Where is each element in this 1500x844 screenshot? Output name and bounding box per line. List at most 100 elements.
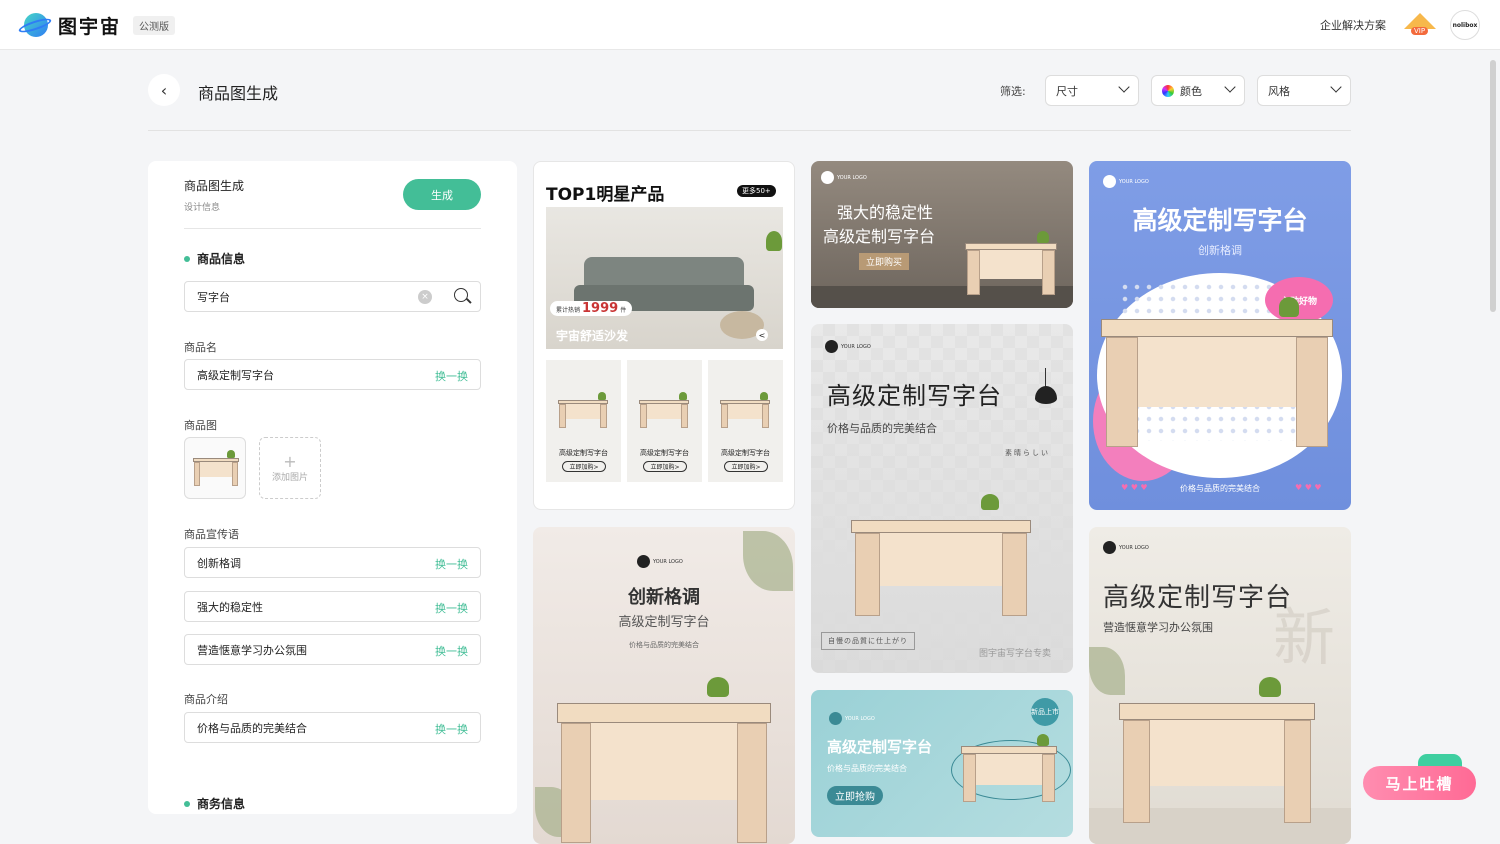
clear-icon[interactable]: × [418,290,432,304]
product-name-label: 商品名 [184,341,217,354]
card-subtitle: 价格与品质的完美结合 [827,764,907,773]
add-image-button[interactable]: + 添加图片 [259,437,321,499]
new-arrival-badge: 新品上市 [1031,698,1059,726]
product-name-value: 高级定制写字台 [197,368,274,382]
add-image-label: 添加图片 [271,472,308,483]
template-card-beige[interactable]: 新 YOUR LOGO 高级定制写字台 营造惬意学习办公氛围 [1089,527,1351,844]
chevron-left-icon: ‹ [160,80,168,100]
enterprise-solutions-link[interactable]: 企业解决方案 [1320,17,1386,33]
chevron-down-icon [1118,81,1130,93]
item-name: 高级定制写字台 [559,449,608,457]
filter-color-label: 颜色 [1180,84,1202,98]
page-scrollbar[interactable] [1490,60,1496,312]
your-logo: YOUR LOGO [821,171,867,184]
card-footer: 图宇宙写字台专卖 [979,649,1052,659]
card-subtitle: 高级定制写字台 [618,615,710,630]
product-item: 高级定制写字台 立即加购> [627,360,702,482]
beta-badge: 公测版 [133,15,176,35]
slogan-value: 营造惬意学习办公氛围 [197,643,307,657]
your-logo: YOUR LOGO [825,340,871,353]
your-logo: YOUR LOGO [637,555,683,568]
card-headline: 强大的稳定性 [837,203,934,222]
back-button[interactable]: ‹ [148,74,180,106]
design-info-panel: 商品图生成 设计信息 生成 商品信息 写字台 × 商品名 高级定制写字台 换一换… [148,161,517,814]
card-headline: 创新格调 [628,587,700,608]
pendant-lamp-icon [1035,368,1057,404]
template-card-blue[interactable]: YOUR LOGO 高级定制写字台 创新格调 心动好物 ♥ ♥ ♥ 价格与品质的… [1089,161,1351,510]
plus-icon: + [283,451,297,471]
intro-value: 价格与品质的完美结合 [197,721,307,735]
filter-size-label: 尺寸 [1056,84,1078,98]
card-jp-caption: 自慢の品質に仕上がり [821,632,915,650]
slogan-field-1[interactable]: 创新格调 换一换 [184,547,481,578]
template-card-teal[interactable]: YOUR LOGO 新品上市 高级定制写字台 价格与品质的完美结合 立即抢购 [811,690,1073,837]
filter-size-select[interactable]: 尺寸 [1045,75,1139,106]
feedback-button[interactable]: 马上吐槽 [1363,766,1476,800]
header-divider [148,130,1351,131]
planet-logo-icon [17,10,53,40]
card-subtitle: 宇宙舒适沙发 [556,329,629,343]
panel-subtitle: 设计信息 [184,203,221,213]
card-tagline: 价格与品质的完美结合 [629,641,699,649]
panel-divider [184,228,481,229]
slogan-field-2[interactable]: 强大的稳定性 换一换 [184,591,481,622]
product-item: 高级定制写字台 立即加购> [708,360,783,482]
bullet-dot-icon [184,800,190,807]
slogan-field-3[interactable]: 营造惬意学习办公氛围 换一换 [184,634,481,665]
search-input[interactable]: 写字台 × [184,281,481,312]
sales-badge: 累计热销 1999 件 [550,301,633,316]
card-subtitle: 创新格调 [1198,244,1242,257]
slogan-value: 创新格调 [197,556,241,570]
filter-color-select[interactable]: 颜色 [1151,75,1245,106]
section-product-info: 商品信息 [184,250,245,267]
card-subtitle: 高级定制写字台 [823,227,936,246]
filter-style-label: 风格 [1268,84,1290,98]
item-name: 高级定制写字台 [640,449,689,457]
page-title: 商品图生成 [198,84,279,103]
panel-title: 商品图生成 [184,179,245,193]
generate-button[interactable]: 生成 [403,179,481,210]
card-headline: 高级定制写字台 [827,738,933,756]
color-wheel-icon [1162,84,1174,97]
your-logo: YOUR LOGO [829,712,875,725]
slogan-label: 商品宣传语 [184,528,239,541]
card-headline: 高级定制写字台 [1132,206,1308,235]
avatar[interactable]: nolibox [1450,10,1480,40]
section-product-label: 商品信息 [197,252,246,266]
sofa-hero-image: 累计热销 1999 件 宇宙舒适沙发 < [546,207,783,349]
search-icon[interactable] [454,288,468,302]
swap-intro-button[interactable]: 换一换 [435,721,468,737]
card-subtitle: 营造惬意学习办公氛围 [1103,621,1213,634]
app-logo[interactable]: 图宇宙 公测版 [17,10,176,40]
buy-now-label: 立即购买 [859,253,910,270]
buy-now-label: 立即抢购 [827,786,883,805]
arrow-icon: < [756,329,768,341]
template-card-top1[interactable]: TOP1明星产品 更多50+ 累计热销 1999 件 宇宙舒适沙发 < 高级定制写字… [533,161,795,510]
swap-name-button[interactable]: 换一换 [435,368,468,384]
swap-slogan-button[interactable]: 换一换 [435,600,468,616]
intro-field[interactable]: 价格与品质的完美结合 换一换 [184,712,481,743]
product-image-label: 商品图 [184,419,217,432]
swap-slogan-button[interactable]: 换一换 [435,643,468,659]
card-title: TOP1明星产品 [546,185,665,205]
swap-slogan-button[interactable]: 换一换 [435,556,468,572]
vip-crown-icon[interactable]: VIP [1404,13,1436,37]
chevron-down-icon [1224,81,1236,93]
template-card-stability[interactable]: YOUR LOGO 强大的稳定性 高级定制写字台 立即购买 [811,161,1073,308]
highlight-burst: 心动好物 [1265,277,1333,323]
intro-label: 商品介绍 [184,693,228,706]
app-name: 图宇宙 [58,15,122,38]
card-subtitle: 价格与品质的完美结合 [827,422,937,435]
product-item: 高级定制写字台 立即加购> [546,360,621,482]
product-image-thumbnail[interactable] [184,437,246,499]
section-business-label: 商务信息 [197,797,246,811]
vip-tag: VIP [1411,27,1429,35]
template-card-innovative[interactable]: YOUR LOGO 创新格调 高级定制写字台 价格与品质的完美结合 [533,527,795,844]
hearts-icon: ♥ ♥ ♥ [1295,483,1322,492]
top-bar: 图宇宙 公测版 企业解决方案 VIP nolibox [0,0,1500,50]
filter-style-select[interactable]: 风格 [1257,75,1351,106]
template-card-gray[interactable]: YOUR LOGO 高级定制写字台 价格与品质的完美结合 素晴らしい 自慢の品質… [811,324,1073,673]
your-logo: YOUR LOGO [1103,541,1149,554]
your-logo: YOUR LOGO [1103,175,1149,188]
product-name-field[interactable]: 高级定制写字台 换一换 [184,359,481,390]
